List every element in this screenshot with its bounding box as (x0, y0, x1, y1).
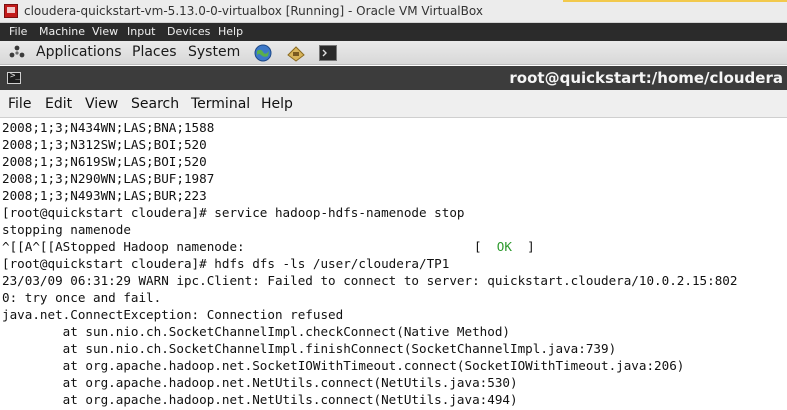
terminal-line: 0: try once and fail. (2, 290, 162, 305)
vbox-menu-file[interactable]: File (9, 25, 27, 38)
ok-close-bracket: ] (527, 239, 535, 254)
terminal-line: at org.apache.hadoop.net.SocketIOWithTim… (2, 358, 685, 373)
terminal-line: at sun.nio.ch.SocketChannelImpl.finishCo… (2, 341, 617, 356)
ok-status: [ OK ] (474, 238, 535, 255)
vbox-window-title: cloudera-quickstart-vm-5.13.0-0-virtualb… (24, 4, 483, 18)
panel-applications-menu[interactable]: Applications (36, 44, 122, 60)
terminal-icon[interactable] (318, 43, 338, 63)
terminal-line: 2008;1;3;N434WN;LAS;BNA;1588 (2, 120, 215, 135)
terminal-line: stopping namenode (2, 222, 131, 237)
terminal-line: 2008;1;3;N290WN;LAS;BUF;1987 (2, 171, 215, 186)
terminal-line: at sun.nio.ch.SocketChannelImpl.checkCon… (2, 324, 510, 339)
panel-places-menu[interactable]: Places (132, 44, 177, 60)
browser-icon[interactable] (253, 43, 273, 63)
terminal-line: at org.apache.hadoop.net.NetUtils.connec… (2, 375, 518, 390)
vbox-menu-input[interactable]: Input (127, 25, 155, 38)
vbox-menu-machine[interactable]: Machine (39, 25, 85, 38)
ok-text: OK (496, 239, 512, 254)
terminal-menubar: File Edit View Search Terminal Help (0, 90, 787, 118)
gnome-top-panel: Applications Places System (0, 41, 787, 65)
title-accent-strip (563, 0, 787, 2)
terminal-menu-help[interactable]: Help (261, 96, 293, 112)
terminal-line: [root@quickstart cloudera]# service hado… (2, 205, 465, 220)
vbox-menu-view[interactable]: View (92, 25, 118, 38)
vbox-menubar: File Machine View Input Devices Help (0, 23, 787, 41)
terminal-line: ^[[A^[[AStopped Hadoop namenode: (2, 239, 245, 254)
terminal-menu-terminal[interactable]: Terminal (191, 96, 250, 112)
vbox-title-bar: cloudera-quickstart-vm-5.13.0-0-virtualb… (0, 0, 787, 23)
terminal-line: [root@quickstart cloudera]# hdfs dfs -ls… (2, 256, 450, 271)
virtualbox-icon (4, 4, 18, 18)
vbox-menu-devices[interactable]: Devices (167, 25, 210, 38)
vbox-menu-help[interactable]: Help (218, 25, 243, 38)
network-icon[interactable] (286, 43, 306, 63)
terminal-line: at org.apache.hadoop.net.NetUtils.connec… (2, 392, 518, 407)
terminal-menu-edit[interactable]: Edit (45, 96, 72, 112)
terminal-title-bar: >_ root@quickstart:/home/cloudera (0, 66, 787, 90)
terminal-line: 2008;1;3;N493WN;LAS;BUR;223 (2, 188, 207, 203)
terminal-line: java.net.ConnectException: Connection re… (2, 307, 344, 322)
applications-menu-icon (9, 45, 25, 58)
terminal-menu-view[interactable]: View (85, 96, 118, 112)
ok-open-bracket: [ (474, 239, 482, 254)
terminal-output[interactable]: 2008;1;3;N434WN;LAS;BNA;1588 2008;1;3;N3… (0, 119, 787, 410)
terminal-line: 2008;1;3;N312SW;LAS;BOI;520 (2, 137, 207, 152)
terminal-line: 23/03/09 06:31:29 WARN ipc.Client: Faile… (2, 273, 738, 288)
terminal-window-title: root@quickstart:/home/cloudera (509, 69, 783, 87)
terminal-window-icon: >_ (7, 71, 21, 84)
panel-system-menu[interactable]: System (188, 44, 240, 60)
terminal-menu-file[interactable]: File (8, 96, 31, 112)
terminal-line: 2008;1;3;N619SW;LAS;BOI;520 (2, 154, 207, 169)
terminal-menu-search[interactable]: Search (131, 96, 179, 112)
